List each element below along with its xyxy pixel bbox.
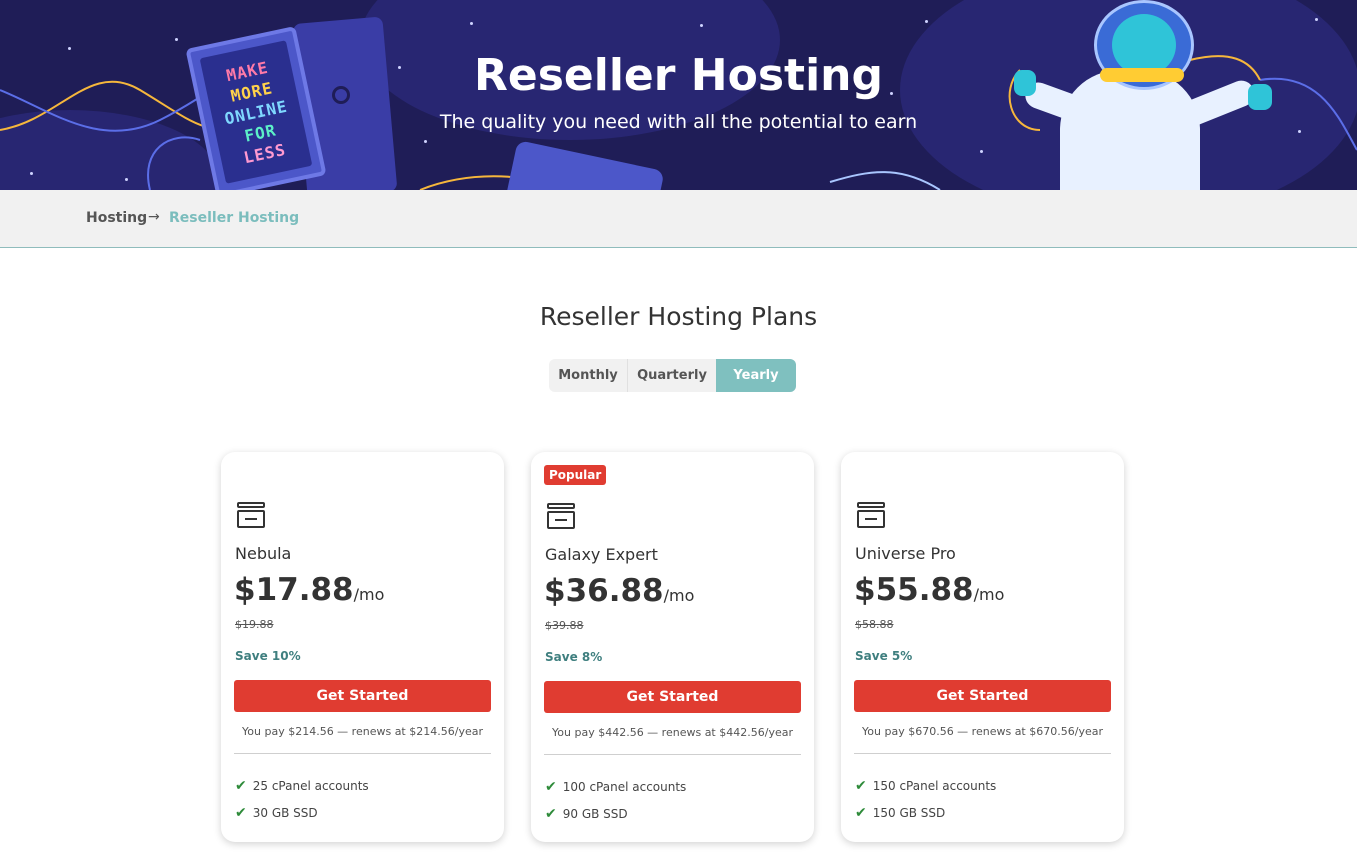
- server-icon: [547, 503, 575, 529]
- billing-option-yearly[interactable]: Yearly: [716, 359, 796, 392]
- feature-label: 30 GB SSD: [252, 806, 318, 820]
- plan-original-price: $58.88: [855, 618, 894, 631]
- billing-option-quarterly[interactable]: Quarterly: [628, 359, 716, 392]
- feature-item: ✔ 90 GB SSD: [545, 806, 628, 822]
- breadcrumb-current: Reseller Hosting: [169, 210, 300, 226]
- divider: [544, 754, 801, 755]
- breadcrumb-home-link[interactable]: Hosting: [86, 210, 147, 226]
- price-period: /mo: [353, 585, 385, 604]
- feature-label: 25 cPanel accounts: [252, 779, 369, 793]
- plan-original-price: $19.88: [235, 618, 274, 631]
- plan-billing-note: You pay $214.56 — renews at $214.56/year: [242, 725, 483, 738]
- plan-card-universe-pro: Universe Pro $55.88/mo $58.88 Save 5% Ge…: [841, 452, 1124, 842]
- popular-badge: Popular: [544, 465, 607, 485]
- feature-item: ✔ 30 GB SSD: [235, 805, 318, 821]
- feature-label: 100 cPanel accounts: [562, 780, 687, 794]
- price-period: /mo: [663, 586, 695, 605]
- plan-price: $36.88/mo: [544, 573, 694, 609]
- plan-price: $17.88/mo: [234, 572, 384, 608]
- server-icon: [237, 502, 265, 528]
- plan-card-nebula: Nebula $17.88/mo $19.88 Save 10% Get Sta…: [221, 452, 504, 842]
- check-icon: ✔: [545, 779, 557, 795]
- plan-price: $55.88/mo: [854, 572, 1004, 608]
- check-icon: ✔: [235, 805, 247, 821]
- feature-item: ✔ 150 GB SSD: [855, 805, 945, 821]
- feature-label: 150 GB SSD: [872, 806, 946, 820]
- plan-original-price: $39.88: [545, 619, 584, 632]
- plan-card-galaxy-expert: Popular Galaxy Expert $36.88/mo $39.88 S…: [531, 452, 814, 842]
- price-amount: $36.88: [544, 573, 664, 609]
- arrow-right-icon: →: [148, 209, 160, 225]
- page-title: Reseller Hosting: [474, 50, 883, 101]
- billing-period-toggle: Monthly Quarterly Yearly: [549, 359, 796, 392]
- plan-savings: Save 5%: [855, 649, 913, 663]
- server-icon: [857, 502, 885, 528]
- get-started-button[interactable]: Get Started: [854, 680, 1111, 712]
- check-icon: ✔: [235, 778, 247, 794]
- get-started-button[interactable]: Get Started: [544, 681, 801, 713]
- feature-label: 150 cPanel accounts: [872, 779, 997, 793]
- breadcrumb: Hosting → Reseller Hosting: [0, 190, 1357, 248]
- plan-savings: Save 10%: [235, 649, 301, 663]
- feature-label: 90 GB SSD: [562, 807, 628, 821]
- feature-item: ✔ 100 cPanel accounts: [545, 779, 686, 795]
- divider: [854, 753, 1111, 754]
- page-subtitle: The quality you need with all the potent…: [439, 111, 918, 133]
- price-amount: $17.88: [234, 572, 354, 608]
- plan-savings: Save 8%: [545, 650, 603, 664]
- divider: [234, 753, 491, 754]
- check-icon: ✔: [855, 805, 867, 821]
- price-period: /mo: [973, 585, 1005, 604]
- plan-billing-note: You pay $670.56 — renews at $670.56/year: [862, 725, 1103, 738]
- feature-item: ✔ 25 cPanel accounts: [235, 778, 369, 794]
- billing-option-monthly[interactable]: Monthly: [549, 359, 628, 392]
- plan-name: Nebula: [235, 544, 292, 563]
- check-icon: ✔: [545, 806, 557, 822]
- plan-billing-note: You pay $442.56 — renews at $442.56/year: [552, 726, 793, 739]
- plan-name: Galaxy Expert: [545, 545, 658, 564]
- plan-name: Universe Pro: [855, 544, 956, 563]
- feature-item: ✔ 150 cPanel accounts: [855, 778, 996, 794]
- hero-banner: MAKE MORE ONLINE FOR LESS Reseller Hosti…: [0, 0, 1357, 190]
- price-amount: $55.88: [854, 572, 974, 608]
- check-icon: ✔: [855, 778, 867, 794]
- plans-heading: Reseller Hosting Plans: [539, 302, 818, 331]
- get-started-button[interactable]: Get Started: [234, 680, 491, 712]
